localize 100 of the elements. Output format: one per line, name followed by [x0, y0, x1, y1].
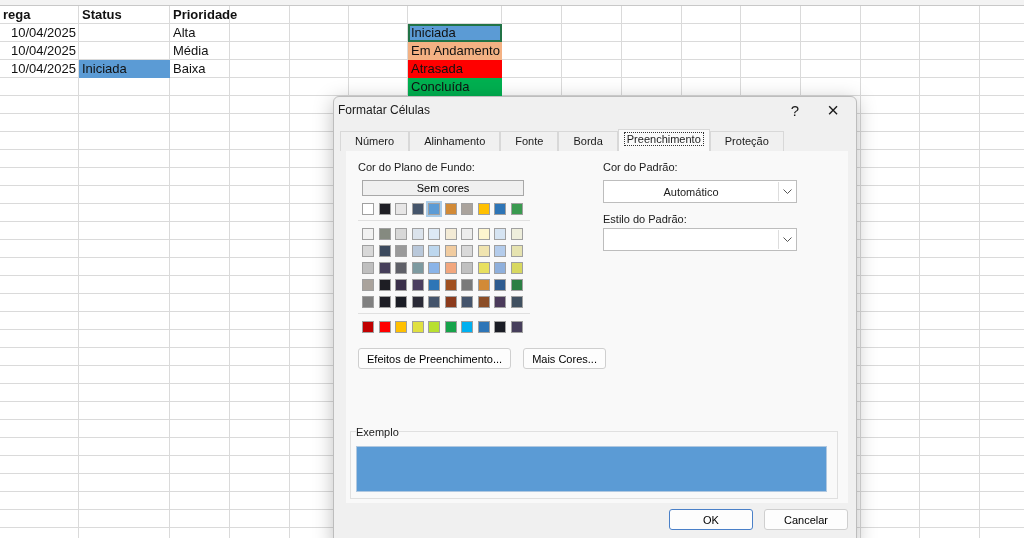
table-cell: Baixa: [173, 61, 206, 76]
table-cell[interactable]: Atrasada: [408, 60, 502, 78]
field-label: Cor do Padrão:: [603, 161, 679, 173]
color-swatch[interactable]: [428, 228, 440, 240]
color-swatch[interactable]: [444, 321, 457, 333]
color-swatch[interactable]: [378, 279, 391, 291]
color-swatch[interactable]: [378, 203, 391, 215]
color-swatch[interactable]: [411, 228, 424, 240]
color-swatch[interactable]: [411, 245, 424, 257]
color-swatch[interactable]: [510, 279, 523, 291]
color-swatch[interactable]: [494, 245, 506, 257]
color-swatch[interactable]: [428, 321, 440, 333]
color-swatch[interactable]: [378, 296, 391, 308]
cancel-button[interactable]: Cancelar: [764, 509, 848, 530]
color-swatch[interactable]: [395, 203, 407, 215]
color-swatch[interactable]: [461, 296, 473, 308]
color-swatch[interactable]: [494, 296, 506, 308]
color-swatch[interactable]: [428, 279, 440, 291]
color-swatch[interactable]: [362, 321, 374, 333]
color-swatch[interactable]: [428, 245, 440, 257]
color-swatch[interactable]: [461, 228, 473, 240]
fill-effects-button[interactable]: Efeitos de Preenchimento...: [358, 348, 512, 369]
table-cell: 10/04/2025: [10, 25, 76, 40]
dialog-title: Formatar Células: [338, 103, 432, 117]
color-swatch[interactable]: [378, 321, 391, 333]
color-swatch[interactable]: [362, 279, 374, 291]
tab[interactable]: Proteção: [709, 131, 784, 151]
color-swatch[interactable]: [444, 203, 457, 215]
color-swatch[interactable]: [411, 321, 424, 333]
color-swatch[interactable]: [510, 262, 523, 274]
color-swatch[interactable]: [444, 262, 457, 274]
color-swatch[interactable]: [378, 262, 391, 274]
color-swatch[interactable]: [362, 228, 374, 240]
color-swatch[interactable]: [477, 262, 490, 274]
color-swatch[interactable]: [411, 203, 424, 215]
close-button[interactable]: ×: [818, 98, 848, 122]
help-button[interactable]: ?: [780, 101, 810, 119]
color-swatch[interactable]: [477, 228, 490, 240]
ok-button[interactable]: OK: [669, 509, 753, 530]
color-swatch[interactable]: [477, 321, 490, 333]
color-swatch[interactable]: [461, 279, 473, 291]
color-swatch[interactable]: [461, 203, 473, 215]
color-swatch[interactable]: [411, 262, 424, 274]
color-swatch[interactable]: [395, 245, 407, 257]
color-swatch[interactable]: [411, 279, 424, 291]
group-label: Exemplo: [356, 426, 399, 438]
table-cell: Média: [173, 43, 209, 58]
tab[interactable]: Número: [340, 131, 410, 151]
pattern-style-dropdown[interactable]: [603, 228, 797, 251]
color-swatch[interactable]: [510, 321, 523, 333]
color-swatch[interactable]: [477, 203, 490, 215]
color-swatch[interactable]: [494, 203, 506, 215]
color-swatch[interactable]: [477, 279, 490, 291]
tab[interactable]: Alinhamento: [409, 131, 501, 151]
color-swatch[interactable]: [395, 279, 407, 291]
chevron-down-icon: [783, 189, 792, 194]
pattern-color-dropdown[interactable]: Automático: [603, 180, 797, 203]
color-swatch[interactable]: [494, 228, 506, 240]
color-swatch[interactable]: [510, 296, 523, 308]
color-swatch[interactable]: [428, 296, 440, 308]
color-swatch[interactable]: [362, 245, 374, 257]
color-swatch[interactable]: [510, 228, 523, 240]
tab[interactable]: Fonte: [500, 131, 559, 151]
table-cell[interactable]: Concluída: [408, 78, 502, 96]
color-swatch[interactable]: [444, 296, 457, 308]
color-swatch[interactable]: [378, 245, 391, 257]
color-swatch[interactable]: [362, 203, 374, 215]
color-swatch[interactable]: [428, 203, 440, 215]
color-swatch[interactable]: [395, 296, 407, 308]
color-swatch[interactable]: [461, 245, 473, 257]
table-cell[interactable]: Iniciada: [79, 60, 170, 78]
color-swatch[interactable]: [428, 262, 440, 274]
color-swatch[interactable]: [395, 321, 407, 333]
table-cell[interactable]: Iniciada: [408, 24, 502, 42]
color-swatch[interactable]: [444, 245, 457, 257]
tab[interactable]: Preenchimento: [617, 129, 710, 151]
color-swatch[interactable]: [444, 279, 457, 291]
more-colors-button[interactable]: Mais Cores...: [523, 348, 606, 369]
no-color-button[interactable]: Sem cores: [362, 180, 524, 196]
tab[interactable]: Borda: [558, 131, 618, 151]
color-swatch[interactable]: [510, 203, 523, 215]
color-swatch[interactable]: [477, 245, 490, 257]
color-swatch[interactable]: [395, 262, 407, 274]
color-swatch[interactable]: [461, 321, 473, 333]
color-swatch[interactable]: [510, 245, 523, 257]
color-swatch[interactable]: [444, 228, 457, 240]
color-swatch[interactable]: [494, 262, 506, 274]
color-swatch[interactable]: [362, 296, 374, 308]
table-cell[interactable]: Em Andamento: [408, 42, 502, 60]
column-header: Status: [82, 7, 122, 22]
color-swatch[interactable]: [411, 296, 424, 308]
color-swatch[interactable]: [378, 228, 391, 240]
color-swatch[interactable]: [494, 279, 506, 291]
color-swatch[interactable]: [395, 228, 407, 240]
field-label: Estilo do Padrão:: [603, 213, 688, 225]
color-swatch[interactable]: [362, 262, 374, 274]
color-swatch[interactable]: [477, 296, 490, 308]
color-swatch[interactable]: [494, 321, 506, 333]
color-swatch[interactable]: [461, 262, 473, 274]
column-header: Prioridade: [173, 7, 238, 22]
